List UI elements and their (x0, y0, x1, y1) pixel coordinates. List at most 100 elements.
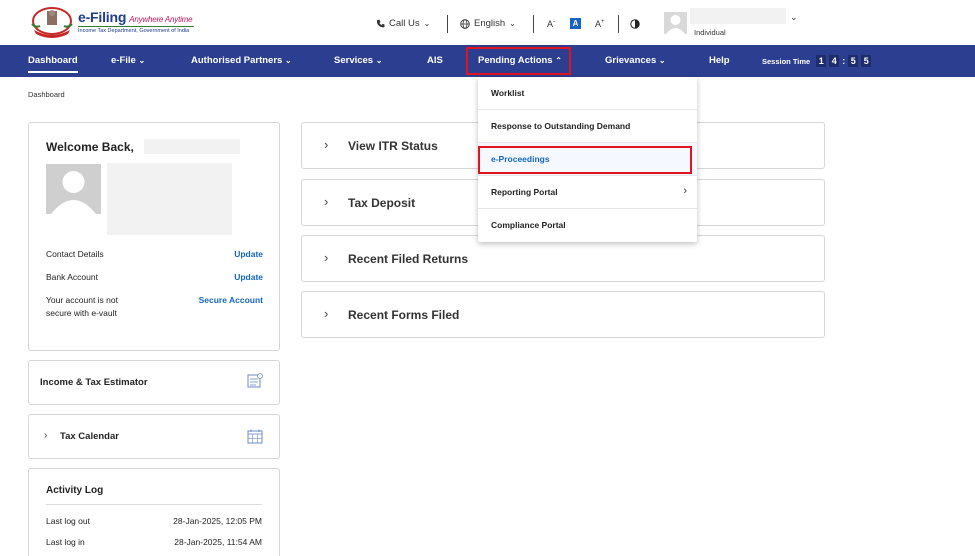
activity-log-title: Activity Log (46, 485, 104, 496)
nav-efile[interactable]: e-File ⌄ (111, 45, 145, 77)
menu-item-worklist[interactable]: Worklist (478, 77, 697, 110)
menu-item-label: Worklist (491, 88, 525, 98)
call-us-label: Call Us (389, 18, 420, 29)
income-tax-estimator-card[interactable]: Income & Tax Estimator (28, 360, 280, 405)
accordion-title: Recent Forms Filed (348, 308, 460, 322)
header-divider (618, 15, 619, 33)
activity-row-value: 28-Jan-2025, 11:54 AM (174, 537, 262, 547)
nav-dashboard[interactable]: Dashboard (28, 45, 78, 77)
calendar-icon (247, 429, 263, 444)
profile-photo[interactable] (46, 164, 101, 214)
activity-log-card: Activity Log Last log out 28-Jan-2025, 1… (28, 468, 280, 556)
font-increase-button[interactable]: A+ (595, 19, 605, 29)
activity-divider (46, 504, 262, 505)
chevron-right-icon: › (324, 137, 329, 152)
activity-row-label: Last log out (46, 516, 90, 526)
brand-title: e-Filing Anywhere Anytime (78, 9, 194, 25)
font-normal-button[interactable]: A (570, 18, 581, 29)
header-divider (447, 15, 448, 33)
session-digit: 5 (848, 55, 859, 67)
tax-calendar-card[interactable]: › Tax Calendar (28, 414, 280, 459)
profile-card: Welcome Back, Contact Details Update Ban… (28, 122, 280, 351)
user-menu-chevron-icon[interactable]: ⌄ (790, 12, 798, 23)
activity-row: Last log out 28-Jan-2025, 12:05 PM (46, 516, 262, 526)
nav-ais[interactable]: AIS (427, 45, 443, 77)
contrast-icon[interactable] (630, 19, 640, 29)
chevron-right-icon: › (324, 306, 329, 321)
nav-services[interactable]: Services ⌄ (334, 45, 382, 77)
accordion-recent-forms-filed[interactable]: › Recent Forms Filed (301, 291, 825, 338)
chevron-right-icon: › (324, 194, 329, 209)
language-selector[interactable]: English ⌄ (460, 18, 516, 29)
menu-item-reporting-portal[interactable]: Reporting Portal › (478, 176, 697, 209)
session-timer: Session Time 1 4 : 5 5 (762, 45, 872, 77)
nav-grievances-label: Grievances (605, 55, 657, 66)
phone-icon (376, 19, 385, 28)
welcome-heading: Welcome Back, (46, 140, 134, 154)
font-decrease-button[interactable]: A- (547, 19, 555, 29)
chevron-right-icon: › (44, 430, 48, 441)
nav-authorised-partners-label: Authorised Partners (191, 55, 283, 66)
update-contact-link[interactable]: Update (234, 249, 263, 259)
user-name-redacted (690, 8, 786, 24)
user-avatar[interactable] (664, 12, 687, 34)
menu-item-compliance-portal[interactable]: Compliance Portal (478, 209, 697, 242)
evault-warning-line-2: secure with e-vault (46, 308, 117, 318)
chevron-down-icon: ⌄ (423, 19, 431, 28)
tax-calendar-title: Tax Calendar (60, 431, 119, 442)
welcome-name-redacted (144, 139, 240, 154)
chevron-right-icon: › (324, 250, 329, 265)
secure-account-link[interactable]: Secure Account (199, 295, 263, 305)
top-header: e-Filing Anywhere Anytime Income Tax Depa… (0, 0, 975, 45)
pending-actions-highlight (466, 47, 571, 75)
session-digit: 1 (816, 55, 827, 67)
contact-details-label: Contact Details (46, 249, 104, 259)
update-bank-link[interactable]: Update (234, 272, 263, 282)
chevron-down-icon: ⌄ (375, 56, 383, 65)
accordion-title: View ITR Status (348, 139, 438, 153)
e-proceedings-highlight (478, 146, 692, 174)
chevron-down-icon: ⌄ (284, 56, 292, 65)
chevron-down-icon: ⌄ (658, 56, 666, 65)
user-silhouette-icon (666, 15, 685, 34)
globe-icon (460, 18, 470, 29)
brand-title-text: e-Filing (78, 9, 127, 25)
chevron-right-icon: › (683, 185, 687, 197)
nav-help[interactable]: Help (709, 45, 730, 77)
emblem-logo-icon[interactable] (30, 6, 74, 38)
nav-efile-label: e-File (111, 55, 136, 66)
menu-item-label: Reporting Portal (491, 187, 558, 197)
header-divider (533, 15, 534, 33)
activity-row-value: 28-Jan-2025, 12:05 PM (173, 516, 262, 526)
brand-subtitle: Income Tax Department, Government of Ind… (78, 26, 194, 34)
session-digit: 4 (829, 55, 840, 67)
chevron-down-icon: ⌄ (509, 19, 516, 28)
menu-item-label: Response to Outstanding Demand (491, 121, 631, 131)
nav-grievances[interactable]: Grievances ⌄ (605, 45, 666, 77)
language-label: English (474, 18, 506, 29)
session-label: Session Time (762, 56, 811, 66)
bank-account-label: Bank Account (46, 272, 98, 282)
call-us-menu[interactable]: Call Us ⌄ (376, 18, 430, 29)
user-silhouette-icon (51, 171, 96, 214)
accordion-title: Recent Filed Returns (348, 252, 469, 266)
evault-warning-line-1: Your account is not (46, 295, 118, 305)
session-digit: 5 (861, 55, 872, 67)
menu-item-label: Compliance Portal (491, 220, 566, 230)
nav-authorised-partners[interactable]: Authorised Partners ⌄ (191, 45, 292, 77)
menu-item-outstanding-demand[interactable]: Response to Outstanding Demand (478, 110, 697, 143)
breadcrumb[interactable]: Dashboard (28, 90, 65, 99)
nav-services-label: Services (334, 55, 374, 66)
accordion-recent-filed-returns[interactable]: › Recent Filed Returns (301, 235, 825, 282)
user-role: Individual (694, 28, 726, 37)
accordion-title: Tax Deposit (348, 196, 416, 210)
calculator-icon (247, 373, 263, 388)
activity-row-label: Last log in (46, 537, 85, 547)
session-colon: : (842, 56, 846, 66)
brand-tagline: Anywhere Anytime (129, 15, 193, 24)
brand-block[interactable]: e-Filing Anywhere Anytime Income Tax Depa… (78, 9, 194, 34)
activity-row: Last log in 28-Jan-2025, 11:54 AM (46, 537, 262, 547)
estimator-title: Income & Tax Estimator (40, 377, 148, 388)
chevron-down-icon: ⌄ (138, 56, 146, 65)
profile-info-redacted (107, 163, 232, 235)
